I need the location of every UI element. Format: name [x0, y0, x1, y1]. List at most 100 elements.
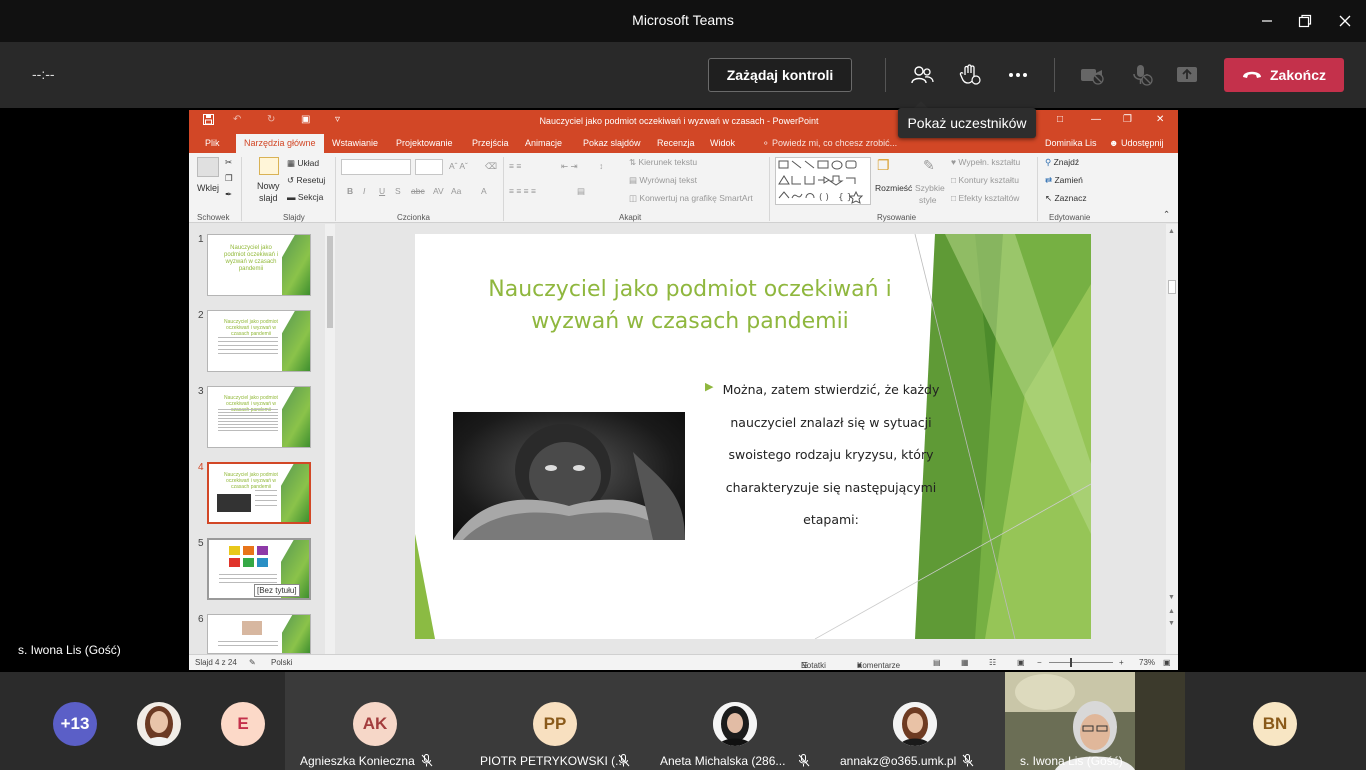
spellcheck-icon[interactable]: ✎ — [249, 658, 256, 667]
quick-styles-label-2[interactable]: style — [919, 195, 936, 205]
tell-me-box[interactable]: ⚬ Powiedz mi, co chcesz zrobić... — [754, 134, 905, 153]
slide-thumbnail[interactable]: Nauczyciel jako podmiot oczekiwań i wyzw… — [207, 386, 311, 448]
thumbnails-scrollbar[interactable] — [325, 224, 335, 654]
zoom-slider[interactable] — [1049, 662, 1113, 663]
next-slide-icon[interactable]: ▼ — [1168, 620, 1175, 627]
bullets-icon[interactable]: ≡ ≡ — [509, 161, 521, 171]
start-slideshow-icon[interactable]: ▣ — [301, 114, 310, 125]
zoom-slider-thumb[interactable] — [1070, 658, 1072, 667]
tab-file[interactable]: Plik — [197, 134, 228, 153]
end-call-button[interactable]: Zakończ — [1224, 58, 1344, 92]
replace-button[interactable]: ⇄ Zamień — [1045, 175, 1083, 186]
slide-bullet-text[interactable]: Można, zatem stwierdzić, że każdy nauczy… — [715, 374, 947, 537]
slide-thumbnail[interactable]: Nauczyciel jako podmiot oczekiwań i wyzw… — [207, 234, 311, 296]
scroll-thumb[interactable] — [1168, 280, 1176, 294]
tab-slideshow[interactable]: Pokaz slajdów — [575, 134, 649, 153]
zoom-out-icon[interactable]: − — [1037, 658, 1042, 667]
slide-title[interactable]: Nauczyciel jako podmiot oczekiwań i wyzw… — [455, 274, 925, 338]
smartart-button[interactable]: ◫ Konwertuj na grafikę SmartArt — [629, 193, 753, 204]
slide-sorter-icon[interactable]: ▦ — [961, 658, 969, 667]
fit-slide-icon[interactable]: ▣ — [1163, 658, 1171, 667]
participant-tile[interactable]: PP PIOTR PETRYKOWSKI (... — [465, 672, 645, 770]
slide-photo[interactable] — [453, 412, 685, 540]
arrange-label[interactable]: Rozmieść — [875, 183, 912, 193]
share-button[interactable]: ☻ Udostępnij — [1101, 134, 1172, 153]
slideshow-view-icon[interactable]: ▣ — [1017, 658, 1025, 667]
slide-thumbnail[interactable]: Nauczyciel jako podmiot oczekiwań i wyzw… — [207, 310, 311, 372]
slide-thumbnail-selected[interactable]: Nauczyciel jako podmiot oczekiwań i wyzw… — [207, 462, 311, 524]
shadow-icon[interactable]: S — [395, 186, 401, 196]
font-size-input[interactable] — [415, 159, 443, 175]
quick-styles-icon[interactable]: ✎ — [923, 157, 935, 174]
participant-tile[interactable]: annakz@o365.umk.pl — [825, 672, 1005, 770]
italic-icon[interactable]: I — [363, 186, 365, 196]
tab-review[interactable]: Recenzja — [649, 134, 703, 153]
participant-avatar[interactable]: E — [221, 702, 265, 746]
arrange-icon[interactable]: ❐ — [877, 157, 890, 174]
undo-icon[interactable]: ↶ — [233, 114, 241, 125]
zoom-in-icon[interactable]: + — [1119, 658, 1124, 667]
change-case-icon[interactable]: Aa — [451, 186, 461, 196]
tab-view[interactable]: Widok — [702, 134, 743, 153]
ribbon-display-icon[interactable]: □ — [1057, 114, 1063, 125]
tab-insert[interactable]: Wstawianie — [324, 134, 386, 153]
tab-animations[interactable]: Animacje — [517, 134, 570, 153]
text-direction-button[interactable]: ⇅ Kierunek tekstu — [629, 157, 697, 168]
cut-icon[interactable]: ✂ — [225, 157, 232, 168]
reading-view-icon[interactable]: ☷ — [989, 658, 996, 667]
current-slide[interactable]: Nauczyciel jako podmiot oczekiwań i wyzw… — [415, 234, 1091, 639]
select-button[interactable]: ↖ Zaznacz — [1045, 193, 1087, 204]
columns-icon[interactable]: ▤ — [577, 186, 585, 197]
new-slide-label-2[interactable]: slajd — [259, 193, 278, 203]
raise-hand-icon[interactable] — [955, 60, 985, 90]
minimize-icon[interactable] — [1250, 6, 1284, 36]
ppt-close-icon[interactable]: ✕ — [1156, 114, 1164, 125]
shape-fill-button[interactable]: ♥ Wypełn. kształtu — [951, 157, 1020, 167]
customize-toolbar-icon[interactable]: ▿ — [335, 114, 340, 125]
participant-video-tile[interactable]: s. Iwona Lis (Gość) — [1005, 672, 1185, 770]
more-participants-button[interactable]: +13 — [53, 702, 97, 746]
participants-icon[interactable] — [907, 60, 937, 90]
share-screen-icon[interactable] — [1172, 60, 1202, 90]
layout-button[interactable]: ▦ Układ — [287, 158, 319, 169]
line-spacing-icon[interactable]: ↕ — [599, 161, 603, 171]
reset-button[interactable]: ↺ Resetuj — [287, 175, 325, 186]
language-indicator[interactable]: Polski — [271, 658, 292, 667]
normal-view-icon[interactable]: ▤ — [933, 658, 941, 667]
participant-avatar-photo[interactable] — [137, 702, 181, 746]
section-button[interactable]: ▬ Sekcja — [287, 192, 323, 202]
mic-off-icon[interactable] — [1126, 60, 1156, 90]
bold-icon[interactable]: B — [347, 186, 353, 196]
find-button[interactable]: ⚲ Znajdź — [1045, 157, 1079, 168]
request-control-button[interactable]: Zażądaj kontroli — [708, 58, 852, 92]
zoom-level[interactable]: 73% — [1139, 658, 1155, 667]
more-options-icon[interactable] — [1003, 60, 1033, 90]
font-color-icon[interactable]: A — [481, 186, 487, 196]
tab-transitions[interactable]: Przejścia — [464, 134, 517, 153]
shape-effects-button[interactable]: □ Efekty kształtów — [951, 193, 1019, 203]
shape-outline-button[interactable]: □ Kontury kształtu — [951, 175, 1019, 185]
redo-icon[interactable]: ↻ — [267, 114, 275, 125]
participant-tile[interactable]: Aneta Michalska (286... — [645, 672, 825, 770]
participant-avatar[interactable]: BN — [1253, 702, 1297, 746]
grow-font-icon[interactable]: Aˆ Aˇ — [449, 161, 468, 171]
slide-thumbnail[interactable] — [207, 614, 311, 654]
ppt-minimize-icon[interactable]: — — [1091, 114, 1101, 125]
copy-icon[interactable]: ❐ — [225, 173, 233, 184]
clear-format-icon[interactable]: ⌫ — [485, 161, 497, 172]
align-icons[interactable]: ≡ ≡ ≡ ≡ — [509, 186, 536, 196]
tab-home[interactable]: Narzędzia główne — [236, 134, 324, 153]
shapes-gallery[interactable]: ( ) { } — [775, 157, 871, 205]
participant-tile[interactable]: AK Agnieszka Konieczna — [285, 672, 465, 770]
camera-off-icon[interactable] — [1077, 60, 1107, 90]
maximize-icon[interactable] — [1288, 6, 1322, 36]
prev-slide-icon[interactable]: ▲ — [1168, 608, 1175, 615]
ppt-restore-icon[interactable]: ❐ — [1123, 114, 1132, 125]
underline-icon[interactable]: U — [379, 186, 385, 196]
slide-scrollbar[interactable]: ▲ ▼ ▲ ▼ — [1166, 224, 1178, 654]
quick-styles-label-1[interactable]: Szybkie — [915, 183, 945, 193]
new-slide-icon[interactable] — [259, 157, 279, 175]
font-name-input[interactable] — [341, 159, 411, 175]
strike-icon[interactable]: abc — [411, 186, 425, 196]
scroll-down-icon[interactable]: ▼ — [1168, 594, 1175, 601]
